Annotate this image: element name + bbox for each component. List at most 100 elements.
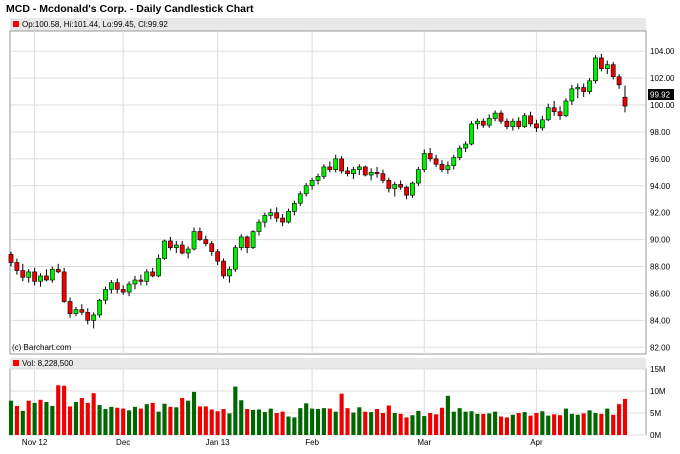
volume-bar: [599, 413, 604, 435]
candle-body: [144, 271, 150, 282]
candle-body: [215, 251, 221, 262]
price-tick-label: 82.00: [650, 343, 671, 352]
candle-body: [415, 169, 421, 184]
candle-body: [55, 268, 61, 273]
candle-body: [114, 282, 120, 290]
volume-tick-label: 10M: [650, 387, 666, 396]
candle-body: [333, 158, 339, 170]
candle-body: [67, 301, 73, 314]
volume-bar: [528, 415, 533, 435]
candle-body: [451, 157, 457, 166]
candles: [8, 53, 628, 329]
candle-body: [292, 202, 297, 212]
volume-bar: [62, 385, 67, 435]
volume-bar: [398, 413, 403, 435]
candle-body: [32, 271, 37, 282]
candle-body: [280, 217, 285, 223]
volume-bar: [292, 417, 297, 435]
volume-bar: [56, 385, 61, 435]
price-tick-label: 96.00: [650, 155, 671, 164]
candle-body: [356, 166, 362, 170]
volume-bar: [557, 415, 563, 435]
volume-bar: [516, 413, 521, 435]
price-tick-label: 88.00: [650, 263, 671, 272]
volume-bar: [197, 406, 202, 435]
date-tick-label: Feb: [305, 438, 319, 447]
volume-bar: [333, 411, 338, 435]
candle-body: [209, 243, 215, 253]
date-tick-label: Nov 12: [22, 438, 48, 447]
volume-bar: [587, 410, 592, 435]
volume-bar: [274, 413, 279, 435]
candle-body: [297, 193, 303, 204]
candle-body: [557, 111, 563, 117]
volume-bar: [546, 415, 551, 435]
volume-bar: [233, 386, 238, 435]
volume-bar: [510, 414, 515, 435]
volume-bar: [250, 409, 256, 435]
volume-bar: [369, 412, 374, 435]
candle-body: [185, 248, 191, 254]
candle-body: [386, 180, 392, 189]
candle-body: [120, 289, 126, 293]
volume-bar: [44, 402, 49, 435]
candle-body: [433, 158, 439, 165]
candle-body: [528, 115, 533, 125]
candle-body: [79, 309, 85, 313]
volume-bar: [575, 414, 580, 435]
candle-body: [156, 258, 161, 277]
candle-body: [179, 244, 185, 254]
candle-body: [410, 182, 415, 196]
volume-bar: [79, 398, 84, 435]
volume-bar: [304, 403, 309, 435]
price-tick-label: 94.00: [650, 182, 671, 191]
candle-body: [398, 184, 404, 188]
volume-bar: [552, 414, 557, 435]
candle-body: [315, 176, 321, 181]
volume-bar: [32, 402, 37, 435]
volume-bar: [215, 411, 220, 435]
volume-bar: [310, 408, 315, 435]
candle-body: [321, 166, 327, 177]
volume-bar: [298, 408, 303, 435]
volume-bar: [493, 411, 498, 435]
volume-bar: [445, 395, 450, 435]
volume-bar: [245, 409, 250, 435]
candle-body: [262, 215, 268, 223]
price-tick-label: 104.00: [650, 47, 675, 56]
volume-bar: [191, 391, 197, 435]
candle-body: [286, 211, 291, 223]
volume-bar: [150, 402, 155, 435]
candle-body: [191, 231, 197, 250]
volume-bar: [617, 404, 622, 435]
candle-body: [49, 268, 55, 281]
volume-bar: [339, 393, 344, 435]
volume-tick-label: 0M: [650, 431, 661, 440]
candle-body: [339, 158, 344, 172]
candle-body: [132, 279, 138, 285]
volume-bar: [428, 413, 433, 435]
candle-body: [439, 163, 445, 170]
candle-body: [91, 314, 97, 321]
candle-body: [14, 262, 20, 271]
candle-body: [173, 244, 179, 248]
candle-body: [345, 170, 350, 174]
date-tick-label: Mar: [417, 438, 431, 447]
volume-bar: [209, 409, 214, 435]
volume-bar: [504, 417, 509, 435]
volume-bar: [593, 413, 598, 435]
candle-body: [368, 172, 374, 176]
volume-bar: [138, 408, 143, 435]
candle-body: [244, 236, 250, 248]
candle-body: [610, 64, 616, 78]
candle-body: [197, 231, 203, 240]
candle-body: [498, 112, 504, 122]
candle-body: [227, 268, 232, 277]
candle-body: [73, 309, 79, 314]
candle-body: [327, 166, 333, 170]
candle-body: [374, 172, 380, 174]
last-price-label: 99.92: [650, 91, 671, 100]
volume-bar: [522, 412, 527, 435]
volume-bar: [434, 414, 439, 435]
price-tick-label: 98.00: [650, 128, 671, 137]
